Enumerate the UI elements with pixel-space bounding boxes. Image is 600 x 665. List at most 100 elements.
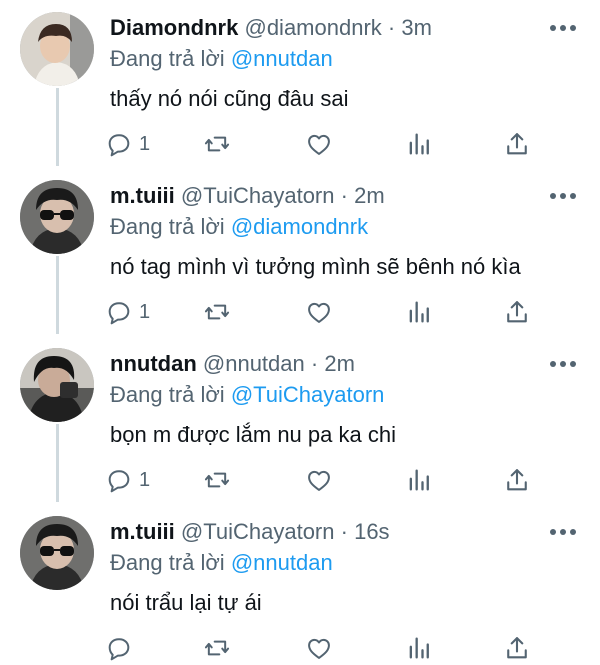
tweet-2[interactable]: m.tuiii @TuiChayatorn · 2m Đang trả lời … bbox=[0, 168, 600, 334]
like-button[interactable] bbox=[305, 296, 333, 328]
more-icon[interactable] bbox=[548, 358, 578, 370]
timestamp[interactable]: 2m bbox=[324, 351, 355, 376]
replying-to: Đang trả lời @diamondnrk bbox=[110, 213, 368, 241]
reply-button[interactable]: 1 bbox=[105, 464, 150, 496]
like-button[interactable] bbox=[305, 128, 333, 160]
replying-mention[interactable]: @diamondnrk bbox=[231, 214, 368, 239]
timestamp[interactable]: 16s bbox=[354, 519, 389, 544]
share-button[interactable] bbox=[503, 296, 531, 328]
tweet-actions bbox=[105, 632, 535, 664]
like-icon bbox=[308, 134, 330, 155]
more-icon[interactable] bbox=[548, 526, 578, 538]
separator: · bbox=[340, 183, 348, 208]
reply-button[interactable]: 1 bbox=[105, 128, 150, 160]
like-icon bbox=[308, 638, 330, 659]
retweet-button[interactable] bbox=[203, 128, 231, 160]
retweet-button[interactable] bbox=[203, 632, 231, 664]
replying-label: Đang trả lời bbox=[110, 214, 225, 239]
username[interactable]: @TuiChayatorn bbox=[181, 519, 335, 544]
display-name[interactable]: Diamondnrk bbox=[110, 15, 238, 40]
avatar[interactable] bbox=[20, 516, 94, 590]
replying-to: Đang trả lời @TuiChayatorn bbox=[110, 381, 384, 409]
retweet-icon bbox=[204, 472, 230, 488]
tweet-text: nó tag mình vì tưởng mình sẽ bênh nó kìa bbox=[110, 254, 521, 279]
username[interactable]: @TuiChayatorn bbox=[181, 183, 335, 208]
separator: · bbox=[310, 351, 319, 376]
tweet-header: m.tuiii @TuiChayatorn · 2m bbox=[110, 182, 385, 210]
thread-connector bbox=[56, 424, 59, 502]
share-button[interactable] bbox=[503, 128, 531, 160]
more-icon[interactable] bbox=[548, 190, 578, 202]
replying-mention[interactable]: @TuiChayatorn bbox=[231, 382, 385, 407]
display-name[interactable]: m.tuiii bbox=[110, 519, 175, 544]
avatar-photo-icon bbox=[20, 12, 94, 86]
display-name[interactable]: nnutdan bbox=[110, 351, 197, 376]
tweet-header: m.tuiii @TuiChayatorn · 16s bbox=[110, 518, 390, 546]
tweet-3[interactable]: nnutdan @nnutdan · 2m Đang trả lời @TuiC… bbox=[0, 336, 600, 502]
replying-to: Đang trả lời @nnutdan bbox=[110, 549, 333, 577]
retweet-button[interactable] bbox=[203, 296, 231, 328]
share-icon bbox=[507, 469, 527, 491]
stats-icon bbox=[409, 301, 429, 323]
avatar[interactable] bbox=[20, 180, 94, 254]
reply-count: 1 bbox=[139, 300, 151, 323]
timestamp[interactable]: 3m bbox=[401, 15, 432, 40]
username[interactable]: @nnutdan bbox=[203, 351, 305, 376]
more-icon[interactable] bbox=[548, 22, 578, 34]
tweet-actions: 1 bbox=[105, 296, 535, 328]
separator: · bbox=[340, 519, 348, 544]
avatar-photo-icon bbox=[20, 348, 94, 422]
timestamp[interactable]: 2m bbox=[354, 183, 385, 208]
replying-label: Đang trả lời bbox=[110, 46, 225, 71]
reply-count: 1 bbox=[139, 132, 151, 155]
stats-icon bbox=[409, 469, 429, 491]
reply-button[interactable] bbox=[105, 632, 139, 664]
replying-mention[interactable]: @nnutdan bbox=[231, 550, 333, 575]
share-icon bbox=[507, 133, 527, 155]
separator: · bbox=[387, 15, 396, 40]
tweet-1[interactable]: Diamondnrk @diamondnrk · 3m Đang trả lời… bbox=[0, 0, 600, 166]
share-icon bbox=[507, 301, 527, 323]
avatar-photo-icon bbox=[20, 180, 94, 254]
thread-connector bbox=[56, 88, 59, 166]
tweet-header: Diamondnrk @diamondnrk · 3m bbox=[110, 14, 432, 42]
tweet-actions: 1 bbox=[105, 128, 535, 160]
like-icon bbox=[308, 470, 330, 491]
replying-mention[interactable]: @nnutdan bbox=[231, 46, 333, 71]
replying-label: Đang trả lời bbox=[110, 382, 225, 407]
comment-icon bbox=[108, 638, 130, 661]
retweet-icon bbox=[204, 640, 230, 656]
like-button[interactable] bbox=[305, 464, 333, 496]
tweet-4[interactable]: m.tuiii @TuiChayatorn · 16s Đang trả lời… bbox=[0, 504, 600, 665]
stats-icon bbox=[409, 133, 429, 155]
reply-count: 1 bbox=[139, 468, 151, 491]
reply-thread: Diamondnrk @diamondnrk · 3m Đang trả lời… bbox=[0, 0, 600, 665]
comment-icon bbox=[108, 470, 130, 493]
stats-button[interactable] bbox=[405, 128, 433, 160]
stats-button[interactable] bbox=[405, 464, 433, 496]
stats-button[interactable] bbox=[405, 296, 433, 328]
tweet-actions: 1 bbox=[105, 464, 535, 496]
comment-icon bbox=[108, 134, 130, 157]
replying-label: Đang trả lời bbox=[110, 550, 225, 575]
tweet-header: nnutdan @nnutdan · 2m bbox=[110, 350, 355, 378]
thread-connector bbox=[56, 256, 59, 334]
tweet-text: nói trẩu lại tự ái bbox=[110, 590, 262, 615]
stats-icon bbox=[409, 637, 429, 659]
display-name[interactable]: m.tuiii bbox=[110, 183, 175, 208]
share-button[interactable] bbox=[503, 464, 531, 496]
tweet-text: thấy nó nói cũng đâu sai bbox=[110, 86, 349, 111]
stats-button[interactable] bbox=[405, 632, 433, 664]
comment-icon bbox=[108, 302, 130, 325]
avatar[interactable] bbox=[20, 12, 94, 86]
retweet-button[interactable] bbox=[203, 464, 231, 496]
like-button[interactable] bbox=[305, 632, 333, 664]
tweet-text: bọn m được lắm nu pa ka chi bbox=[110, 422, 396, 447]
replying-to: Đang trả lời @nnutdan bbox=[110, 45, 333, 73]
avatar-photo-icon bbox=[20, 516, 94, 590]
retweet-icon bbox=[204, 136, 230, 152]
username[interactable]: @diamondnrk bbox=[244, 15, 381, 40]
share-button[interactable] bbox=[503, 632, 531, 664]
reply-button[interactable]: 1 bbox=[105, 296, 150, 328]
avatar[interactable] bbox=[20, 348, 94, 422]
